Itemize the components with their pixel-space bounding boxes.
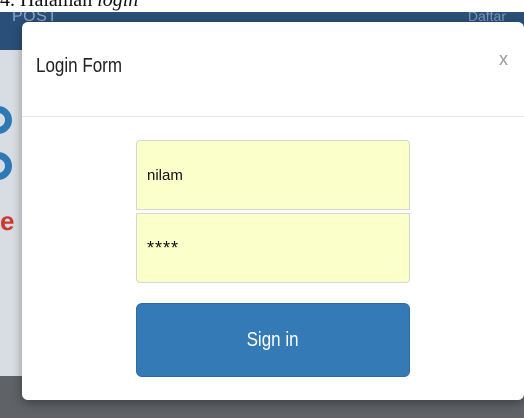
caption-word: Halaman [20, 0, 93, 11]
password-input[interactable] [136, 213, 410, 283]
sign-in-label: Sign in [247, 328, 299, 351]
login-modal: Login Form x Sign in [22, 22, 524, 400]
logo-letter: e [0, 206, 15, 236]
figure-caption: 4. Halaman login [0, 0, 524, 12]
modal-title: Login Form [36, 55, 122, 77]
close-icon[interactable]: x [499, 50, 508, 68]
logo-ring-bottom [0, 152, 12, 180]
caption-text: 4. Halaman login [0, 0, 138, 10]
caption-italic-word: login [97, 0, 139, 11]
caption-prefix: 4. [0, 0, 15, 11]
modal-header: Login Form x [22, 22, 524, 117]
username-input[interactable] [136, 140, 410, 210]
sign-in-button[interactable]: Sign in [136, 303, 410, 377]
logo-ring-top [0, 106, 12, 134]
